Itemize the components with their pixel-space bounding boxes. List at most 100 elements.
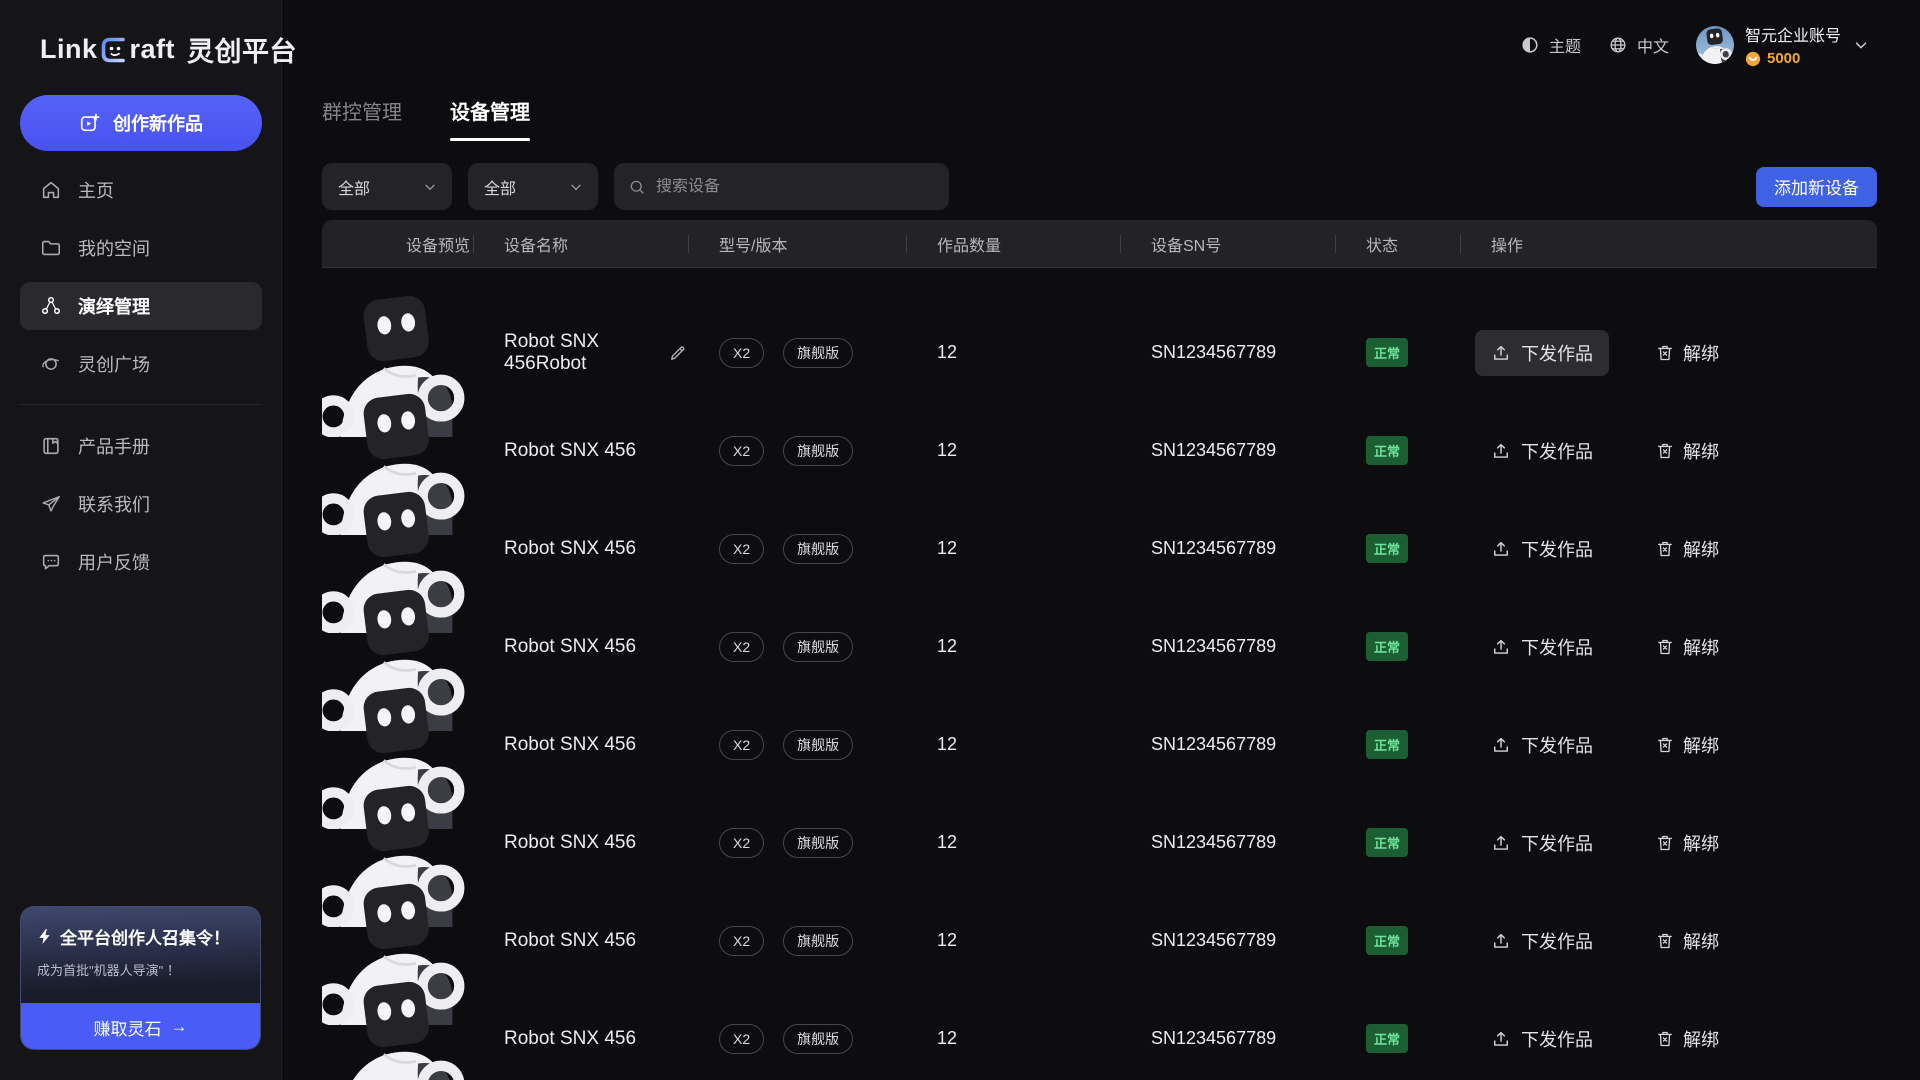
add-device-button[interactable]: 添加新设备 (1756, 167, 1877, 207)
status-badge: 正常 (1366, 926, 1408, 955)
unbind-button[interactable]: 解绑 (1655, 536, 1719, 562)
device-sn: SN1234567789 (1120, 734, 1335, 755)
search-box (614, 163, 949, 210)
device-name: Robot SNX 456Robot (504, 331, 656, 375)
column-header-works: 作品数量 (906, 232, 1120, 256)
table-row: Robot SNX 456 X2 旗舰版 12 SN1234567789 正常 … (322, 758, 1877, 856)
send-work-button[interactable]: 下发作品 (1475, 820, 1609, 866)
column-header-model: 型号/版本 (688, 232, 906, 256)
status-cell: 正常 (1335, 632, 1460, 661)
feedback-chat-icon (40, 551, 62, 573)
create-new-work-button[interactable]: 创作新作品 (20, 95, 262, 151)
unbind-button[interactable]: 解绑 (1655, 340, 1719, 366)
send-work-button[interactable]: 下发作品 (1475, 1016, 1609, 1062)
sidebar-item-user-feedback[interactable]: 用户反馈 (20, 538, 262, 586)
model-version-cell: X2 旗舰版 (688, 534, 906, 564)
unbind-button[interactable]: 解绑 (1655, 928, 1719, 954)
unbind-label: 解绑 (1683, 732, 1719, 758)
language-label: 中文 (1637, 33, 1669, 57)
send-work-button[interactable]: 下发作品 (1475, 918, 1609, 964)
unbind-button[interactable]: 解绑 (1655, 1026, 1719, 1052)
device-sn: SN1234567789 (1120, 832, 1335, 853)
model-version-cell: X2 旗舰版 (688, 632, 906, 662)
version-badge: 旗舰版 (783, 436, 853, 466)
tab-group-control[interactable]: 群控管理 (322, 96, 402, 141)
unbind-label: 解绑 (1683, 340, 1719, 366)
status-cell: 正常 (1335, 534, 1460, 563)
status-cell: 正常 (1335, 730, 1460, 759)
send-work-label: 下发作品 (1521, 732, 1593, 758)
sidebar-item-contact-us[interactable]: 联系我们 (20, 480, 262, 528)
language-switcher[interactable]: 中文 (1608, 33, 1669, 57)
model-version-cell: X2 旗舰版 (688, 926, 906, 956)
unbind-button[interactable]: 解绑 (1655, 732, 1719, 758)
device-name-cell: Robot SNX 456 (473, 734, 688, 756)
upload-icon (1491, 343, 1511, 363)
dropdown-value: 全部 (484, 175, 516, 199)
send-work-label: 下发作品 (1521, 536, 1593, 562)
model-badge: X2 (719, 436, 764, 466)
platform-name: 灵创平台 (187, 30, 297, 69)
unbind-button[interactable]: 解绑 (1655, 438, 1719, 464)
topbar: 主题 中文 智元企业账号 (1520, 22, 1870, 67)
send-work-button[interactable]: 下发作品 (1475, 526, 1609, 572)
search-icon (628, 178, 646, 196)
logo-c-icon (99, 35, 129, 65)
version-badge: 旗舰版 (783, 926, 853, 956)
device-name-cell: Robot SNX 456 (473, 832, 688, 854)
sidebar-item-label: 联系我们 (78, 491, 150, 517)
send-work-button[interactable]: 下发作品 (1475, 722, 1609, 768)
device-name: Robot SNX 456 (504, 734, 636, 756)
sidebar-item-product-manual[interactable]: 产品手册 (20, 422, 262, 470)
model-version-cell: X2 旗舰版 (688, 730, 906, 760)
table-row: Robot SNX 456 X2 旗舰版 12 SN1234567789 正常 … (322, 464, 1877, 562)
credits-row: 5000 (1745, 50, 1841, 67)
chevron-down-icon (1852, 36, 1870, 54)
status-badge: 正常 (1366, 436, 1408, 465)
upload-icon (1491, 833, 1511, 853)
paper-plane-icon (40, 493, 62, 515)
sidebar-item-my-space[interactable]: 我的空间 (20, 224, 262, 272)
earn-lingshi-button[interactable]: 赚取灵石 → (21, 1003, 260, 1050)
unbind-button[interactable]: 解绑 (1655, 830, 1719, 856)
search-device-input[interactable] (656, 178, 935, 196)
device-sn: SN1234567789 (1120, 930, 1335, 951)
folder-icon (40, 237, 62, 259)
device-name-cell: Robot SNX 456 (473, 538, 688, 560)
send-work-label: 下发作品 (1521, 634, 1593, 660)
credits-value: 5000 (1767, 50, 1800, 67)
coin-icon (1745, 51, 1761, 67)
sidebar-item-performance-management[interactable]: 演绎管理 (20, 282, 262, 330)
edit-pencil-icon[interactable] (668, 343, 688, 363)
column-header-actions: 操作 (1460, 232, 1877, 256)
send-work-button[interactable]: 下发作品 (1475, 428, 1609, 474)
promo-card: 全平台创作人召集令！ 成为首批"机器人导演" ！ 赚取灵石 → (20, 906, 261, 1050)
sidebar-item-label: 灵创广场 (78, 351, 150, 377)
upload-icon (1491, 735, 1511, 755)
theme-toggle[interactable]: 主题 (1520, 33, 1581, 57)
model-version-cell: X2 旗舰版 (688, 436, 906, 466)
unbind-label: 解绑 (1683, 634, 1719, 660)
account-menu[interactable]: 智元企业账号 5000 (1696, 22, 1870, 67)
tab-device-management[interactable]: 设备管理 (450, 96, 530, 141)
device-table-body: Robot SNX 456Robot X2 旗舰版 12 SN123456778… (322, 268, 1877, 1052)
table-row: Robot SNX 456Robot X2 旗舰版 12 SN123456778… (322, 268, 1877, 366)
unbind-button[interactable]: 解绑 (1655, 634, 1719, 660)
chevron-down-icon (568, 179, 584, 195)
device-name-cell: Robot SNX 456 (473, 636, 688, 658)
column-header-status: 状态 (1335, 232, 1460, 256)
sidebar-item-home[interactable]: 主页 (20, 166, 262, 214)
send-work-button[interactable]: 下发作品 (1475, 624, 1609, 670)
model-version-cell: X2 旗舰版 (688, 1024, 906, 1054)
version-badge: 旗舰版 (783, 1024, 853, 1054)
device-name: Robot SNX 456 (504, 1028, 636, 1050)
sidebar-item-lingchuang-plaza[interactable]: 灵创广场 (20, 340, 262, 388)
works-count: 12 (906, 734, 1120, 755)
send-work-button[interactable]: 下发作品 (1475, 330, 1609, 376)
device-name-cell: Robot SNX 456 (473, 440, 688, 462)
filter-dropdown-1[interactable]: 全部 (322, 163, 452, 210)
filter-dropdown-2[interactable]: 全部 (468, 163, 598, 210)
works-count: 12 (906, 1028, 1120, 1049)
actions-cell: 下发作品 解绑 (1460, 330, 1877, 376)
trash-x-icon (1655, 441, 1675, 461)
